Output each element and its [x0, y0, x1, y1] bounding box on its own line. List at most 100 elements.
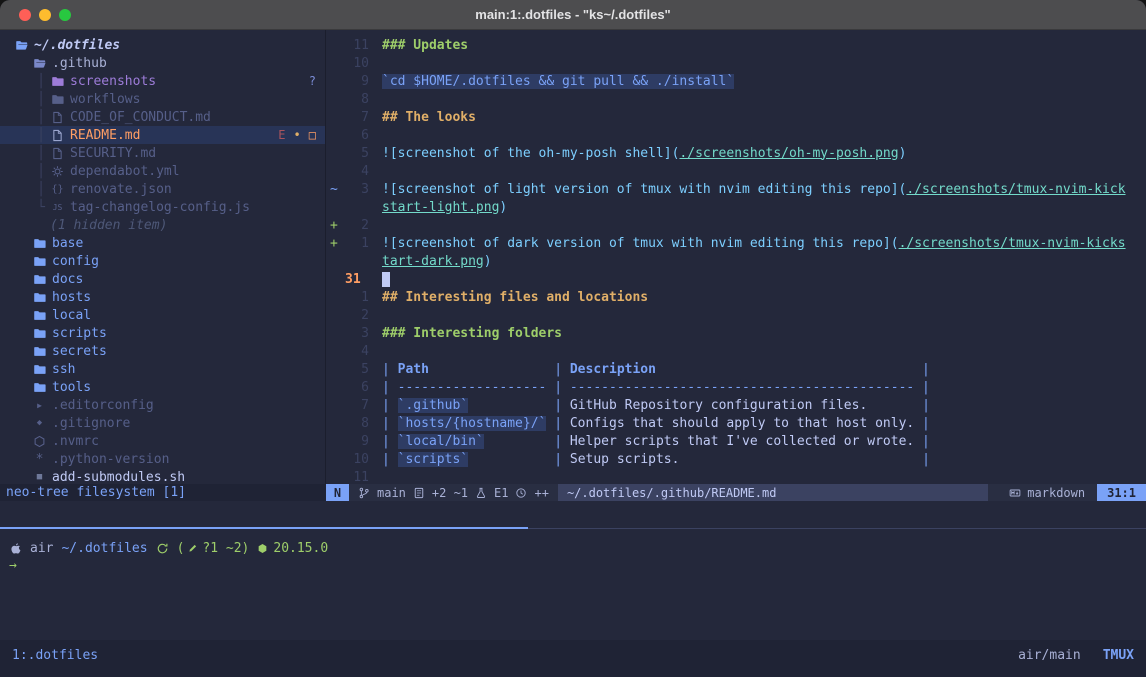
- editor-line[interactable]: 9| `local/bin` | Helper scripts that I'v…: [326, 432, 1146, 450]
- close-button[interactable]: [19, 9, 31, 21]
- editor-line[interactable]: 4: [326, 162, 1146, 180]
- tree-item-nvmrc[interactable]: .nvmrc: [0, 432, 325, 450]
- text-span: |: [914, 362, 930, 377]
- tree-item-docs[interactable]: docs: [0, 270, 325, 288]
- text-span: |: [914, 380, 930, 395]
- tree-item-screenshots[interactable]: │screenshots?: [0, 72, 325, 90]
- text-span: ## Interesting files and locations: [382, 290, 648, 305]
- editor-line[interactable]: 31: [326, 270, 1146, 288]
- editor-line[interactable]: +1![screenshot of dark version of tmux w…: [326, 234, 1146, 252]
- editor-buffer[interactable]: 11### Updates109`cd $HOME/.dotfiles && g…: [326, 30, 1146, 484]
- tree-item-tools[interactable]: tools: [0, 378, 325, 396]
- tree-item-dependabot-yml[interactable]: │dependabot.yml: [0, 162, 325, 180]
- tree-item-scripts[interactable]: scripts: [0, 324, 325, 342]
- editor-line[interactable]: 10: [326, 54, 1146, 72]
- editor-line[interactable]: 11### Updates: [326, 36, 1146, 54]
- tree-item-hosts[interactable]: hosts: [0, 288, 325, 306]
- traffic-lights: [19, 9, 71, 21]
- editor-line[interactable]: 6| ------------------- | ---------------…: [326, 378, 1146, 396]
- text-span: [468, 452, 546, 467]
- line-number: 8: [343, 92, 369, 107]
- text-span: Setup scripts.: [570, 452, 914, 467]
- indent-guide: │: [32, 128, 50, 143]
- editor-line[interactable]: 9`cd $HOME/.dotfiles && git pull && ./in…: [326, 72, 1146, 90]
- tree-item-label: SECURITY.md: [70, 146, 156, 161]
- editor-line[interactable]: 10| `scripts` | Setup scripts. |: [326, 450, 1146, 468]
- tree-item-local[interactable]: local: [0, 306, 325, 324]
- pane-border-dim: [528, 528, 1146, 529]
- tree-item-label: CODE_OF_CONDUCT.md: [70, 110, 211, 125]
- prompt-git-status: ( ?1 ~2): [177, 541, 250, 556]
- terminal-pane[interactable]: air ~/.dotfiles ( ?1 ~2) 20.15.0 →: [0, 529, 1146, 640]
- text-span: ### Interesting folders: [382, 326, 562, 341]
- tree-item-base[interactable]: base: [0, 234, 325, 252]
- tree-item-github[interactable]: .github: [0, 54, 325, 72]
- editor-line[interactable]: 7## The looks: [326, 108, 1146, 126]
- text-span: Description: [570, 362, 656, 377]
- neo-tree-sidebar[interactable]: ~/.dotfiles.github│screenshots?│workflow…: [0, 30, 326, 484]
- tmux-pane-border[interactable]: [0, 527, 1146, 529]
- editor-line[interactable]: 5![screenshot of the oh-my-posh shell](.…: [326, 144, 1146, 162]
- tree-item-label: screenshots: [70, 74, 156, 89]
- editor-line[interactable]: 11: [326, 468, 1146, 484]
- editor-line[interactable]: 4: [326, 342, 1146, 360]
- tree-item-tag-changelog-config-js[interactable]: └JStag-changelog-config.js: [0, 198, 325, 216]
- diagnostics-count: E1: [494, 486, 508, 500]
- line-number: 11: [343, 38, 369, 53]
- tree-item-label: ssh: [52, 362, 75, 377]
- text-span: start-light.png: [382, 200, 499, 215]
- line-text: | `.github` | GitHub Repository configur…: [382, 398, 930, 413]
- editor-line[interactable]: tart-dark.png): [326, 252, 1146, 270]
- tree-item-secrets[interactable]: secrets: [0, 342, 325, 360]
- minimize-button[interactable]: [39, 9, 51, 21]
- editor-line[interactable]: 6: [326, 126, 1146, 144]
- editor-line[interactable]: 7| `.github` | GitHub Repository configu…: [326, 396, 1146, 414]
- tree-item-readme-md[interactable]: │README.mdE•□: [0, 126, 325, 144]
- editor-line[interactable]: ~3![screenshot of light version of tmux …: [326, 180, 1146, 198]
- node-icon: [257, 543, 268, 554]
- tree-item-label: secrets: [52, 344, 107, 359]
- tree-item-renovate-json[interactable]: │{}renovate.json: [0, 180, 325, 198]
- tree-item-label: .nvmrc: [52, 434, 99, 449]
- line-number: 10: [343, 452, 369, 467]
- text-span: |: [546, 380, 569, 395]
- tree-item-python-version[interactable]: *.python-version: [0, 450, 325, 468]
- text-span: ): [499, 200, 507, 215]
- line-number: 7: [343, 110, 369, 125]
- tree-item-security-md[interactable]: │SECURITY.md: [0, 144, 325, 162]
- git-sync-icon: [156, 542, 169, 555]
- editor-line[interactable]: +2: [326, 216, 1146, 234]
- tree-item-editorconfig[interactable]: ▶.editorconfig: [0, 396, 325, 414]
- tree-item-dotfiles[interactable]: ~/.dotfiles: [0, 36, 325, 54]
- line-number: 1: [343, 236, 369, 251]
- editor-line[interactable]: 8| `hosts/{hostname}/` | Configs that sh…: [326, 414, 1146, 432]
- branch-icon: [358, 487, 370, 499]
- editor-line[interactable]: start-light.png): [326, 198, 1146, 216]
- diff-counts: +2 ~1: [432, 486, 468, 500]
- neo-tree-statusline: neo-tree filesystem [1]: [0, 484, 326, 501]
- editor-line[interactable]: 1## Interesting files and locations: [326, 288, 1146, 306]
- filetype-segment: markdown: [1009, 484, 1097, 501]
- branch-name: main: [377, 486, 406, 500]
- text-span: |: [382, 362, 398, 377]
- editor-line[interactable]: 8: [326, 90, 1146, 108]
- editor-line[interactable]: 3### Interesting folders: [326, 324, 1146, 342]
- zoom-button[interactable]: [59, 9, 71, 21]
- git-counts: ?1 ~2): [202, 541, 249, 556]
- tmux-window-name[interactable]: 1:.dotfiles: [12, 648, 98, 663]
- editor-line[interactable]: 5| Path | Description |: [326, 360, 1146, 378]
- square-icon: ■: [32, 472, 47, 482]
- editor-line[interactable]: 2: [326, 306, 1146, 324]
- tree-item-workflows[interactable]: │workflows: [0, 90, 325, 108]
- tree-item-ssh[interactable]: ssh: [0, 360, 325, 378]
- diamond-icon: ◆: [32, 418, 47, 428]
- text-span: `cd $HOME/.dotfiles && git pull && ./ins…: [382, 74, 734, 89]
- text-span: Helper scripts that I've collected or wr…: [570, 434, 914, 449]
- line-text: | ------------------- | ----------------…: [382, 380, 930, 395]
- tree-item-add-submodules-sh[interactable]: ■add-submodules.sh: [0, 468, 325, 484]
- tree-item-code-of-conduct-md[interactable]: │CODE_OF_CONDUCT.md: [0, 108, 325, 126]
- tree-item-config[interactable]: config: [0, 252, 325, 270]
- tree-item-label: README.md: [70, 128, 140, 143]
- tree-item-gitignore[interactable]: ◆.gitignore: [0, 414, 325, 432]
- tree-item-1-hidden-item[interactable]: (1 hidden item): [0, 216, 325, 234]
